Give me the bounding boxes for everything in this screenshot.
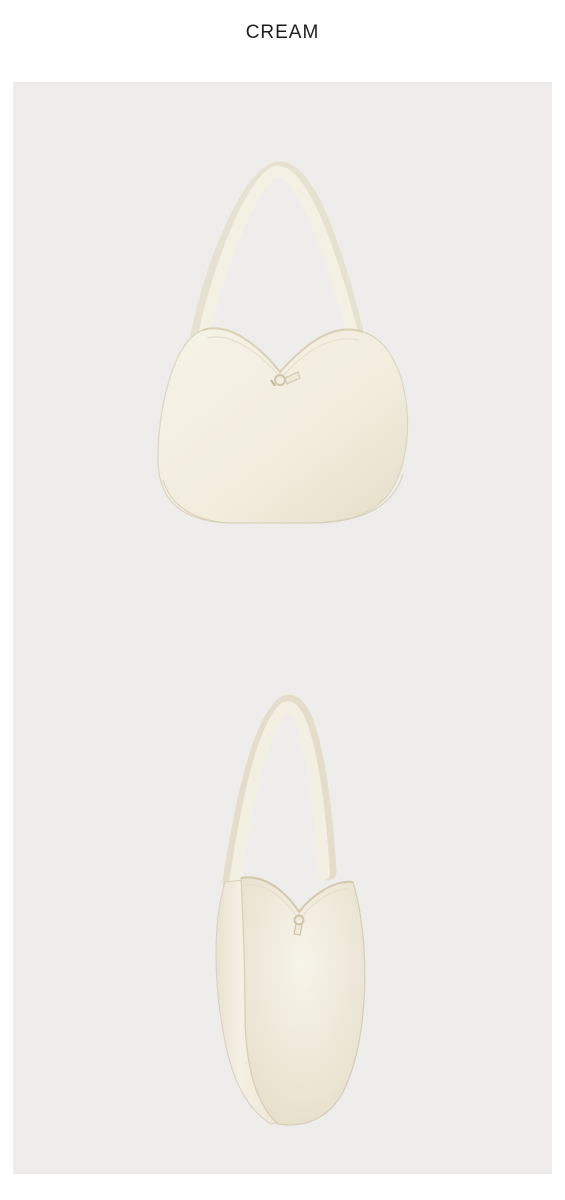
- product-photo-panel: [13, 82, 552, 1174]
- bag-front-view: [157, 161, 409, 524]
- bag-side-view: [215, 694, 366, 1126]
- product-photos: [157, 161, 409, 1126]
- color-name-title: CREAM: [245, 22, 320, 43]
